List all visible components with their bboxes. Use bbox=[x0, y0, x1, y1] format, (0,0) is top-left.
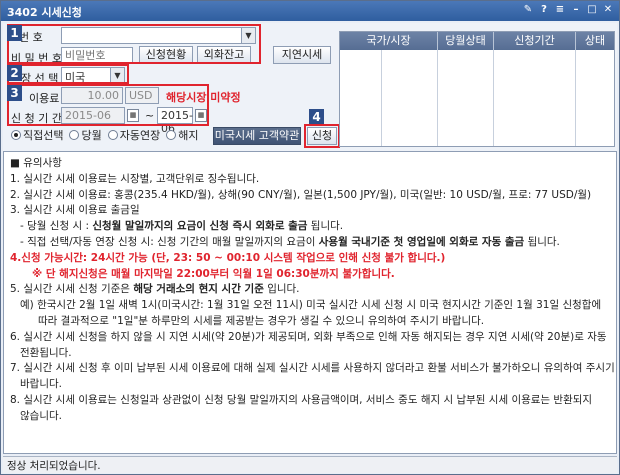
status-bar: 정상 처리되었습니다. bbox=[3, 456, 617, 473]
notice-bold: 신청월 말일까지의 요금이 신청 즉시 외화로 출금 bbox=[92, 220, 308, 233]
notice-line: 전환됩니다. bbox=[20, 346, 72, 359]
table-column bbox=[576, 50, 614, 146]
step-badge-1: 1 bbox=[7, 25, 22, 41]
notice-line: 예) 한국시간 2월 1일 새벽 1시(미국시간: 1월 31일 오전 11시)… bbox=[20, 299, 602, 312]
pin-icon[interactable]: ✎ bbox=[521, 3, 535, 17]
close-icon[interactable]: ✕ bbox=[601, 3, 615, 17]
highlight-box-1 bbox=[7, 24, 261, 64]
notice-text: 됩니다. bbox=[307, 220, 344, 233]
step-badge-2: 2 bbox=[7, 65, 22, 81]
notice-line: 바랍니다. bbox=[20, 378, 62, 391]
notice-line: - 직접 선택/자동 연장 신청 시: 신청 기간의 매월 말일까지의 요금이 … bbox=[10, 235, 610, 251]
notice-line: 1. 실시간 시세 이용료는 시장별, 고객단위로 징수됩니다. bbox=[10, 172, 260, 185]
notice-text: 입니다. bbox=[263, 283, 300, 296]
radio-dot bbox=[11, 130, 21, 140]
radio-auto-renew[interactable]: 자동연장 bbox=[107, 127, 161, 143]
notice-text: - 당월 신청 시 : bbox=[20, 220, 93, 233]
notice-line: 8. 실시간 시세 이용료는 신청일과 상관없이 신청 당월 말일까지의 사용금… bbox=[10, 393, 593, 406]
radio-label: 자동연장 bbox=[119, 129, 161, 142]
notice-text: 됩니다. bbox=[524, 235, 560, 248]
highlight-box-3 bbox=[7, 84, 209, 126]
notice-line-warning: 4.신청 가능시간: 24시간 가능 (단, 23: 50 ~ 00:10 시스… bbox=[10, 251, 446, 264]
notice-panel: ■ 유의사항 1. 실시간 시세 이용료는 시장별, 고객단위로 징수됩니다. … bbox=[3, 151, 617, 454]
notice-heading: ■ 유의사항 bbox=[10, 157, 62, 169]
app-window: 3402 시세신청 ✎ ? ≡ – □ ✕ 번 호 ▼ 비 밀 번 호 신청현황… bbox=[0, 0, 620, 475]
menu-icon[interactable]: ≡ bbox=[553, 3, 567, 17]
radio-label: 직접선택 bbox=[23, 129, 64, 142]
radio-dot bbox=[166, 130, 177, 140]
table-column bbox=[340, 50, 382, 146]
notice-line: 6. 실시간 시세 신청을 하지 않을 시 지연 시세(약 20분)가 제공되며… bbox=[10, 330, 607, 343]
delayed-quote-button[interactable]: 지연시세 bbox=[273, 46, 331, 64]
radio-dot bbox=[107, 130, 118, 140]
notice-line: 7. 실시간 시세 신청 후 이미 납부된 시세 이용료에 대해 실제 실시간 … bbox=[10, 362, 615, 375]
step-badge-3: 3 bbox=[7, 85, 22, 101]
notice-line-warning: ※ 단 해지신청은 매월 마지막일 22:00부터 익월 1일 06:30분까지… bbox=[32, 267, 395, 280]
step-badge-4: 4 bbox=[309, 109, 324, 125]
help-icon[interactable]: ? bbox=[537, 3, 551, 17]
notice-line: - 당월 신청 시 : 신청월 말일까지의 요금이 신청 즉시 외화로 출금 됩… bbox=[10, 219, 610, 235]
radio-current-month[interactable]: 당월 bbox=[69, 127, 102, 143]
notice-line: 따라 결과적으로 "1일"분 하루만의 시세를 제공받는 경우가 생길 수 있으… bbox=[38, 314, 485, 327]
notice-line: 2. 실시간 시세 이용료: 홍콩(235.4 HKD/월), 상해(90 CN… bbox=[10, 188, 592, 201]
table-body bbox=[340, 50, 614, 146]
column-header[interactable]: 신청기간 bbox=[494, 32, 576, 50]
highlight-box-2 bbox=[7, 64, 129, 84]
radio-label: 해지 bbox=[178, 129, 199, 142]
radio-dot bbox=[69, 130, 80, 140]
table-header: 국가/시장 당월상태 신청기간 상태 bbox=[340, 32, 614, 50]
notice-line: 않습니다. bbox=[20, 409, 62, 422]
radio-direct[interactable]: 직접선택 bbox=[11, 127, 63, 143]
table-column bbox=[382, 50, 438, 146]
column-header[interactable]: 당월상태 bbox=[438, 32, 494, 50]
title-bar: 3402 시세신청 ✎ ? ≡ – □ ✕ bbox=[1, 1, 619, 21]
notice-text: 5. 실시간 시세 신청 기준은 bbox=[10, 283, 134, 296]
column-header[interactable]: 국가/시장 bbox=[340, 32, 438, 50]
radio-cancel[interactable]: 해지 bbox=[166, 127, 198, 143]
highlight-box-4 bbox=[304, 124, 340, 148]
us-agreement-button[interactable]: 미국시세 고객약관 bbox=[213, 127, 301, 145]
notice-line: 5. 실시간 시세 신청 기준은 해당 거래소의 현지 시간 기준 입니다. bbox=[10, 282, 610, 298]
notice-text: - 직접 선택/자동 연장 신청 시: 신청 기간의 매월 말일까지의 요금이 bbox=[20, 235, 319, 248]
radio-label: 당월 bbox=[81, 129, 102, 142]
subscription-table[interactable]: 국가/시장 당월상태 신청기간 상태 bbox=[339, 31, 615, 147]
notice-bold: 사용월 국내기준 첫 영업일에 외화로 자동 출금 bbox=[318, 235, 525, 248]
period-type-radios: 직접선택 당월 자동연장 해지 bbox=[11, 127, 198, 143]
notice-line: 3. 실시간 시세 이용료 출금일 bbox=[10, 204, 140, 217]
window-title: 3402 시세신청 bbox=[7, 6, 82, 19]
minimize-icon[interactable]: – bbox=[569, 3, 583, 17]
notice-bold: 해당 거래소의 현지 시간 기준 bbox=[133, 283, 264, 296]
table-column bbox=[494, 50, 576, 146]
maximize-icon[interactable]: □ bbox=[585, 3, 599, 17]
window-controls: ✎ ? ≡ – □ ✕ bbox=[521, 3, 615, 17]
column-header[interactable]: 상태 bbox=[576, 32, 614, 50]
table-column bbox=[438, 50, 494, 146]
